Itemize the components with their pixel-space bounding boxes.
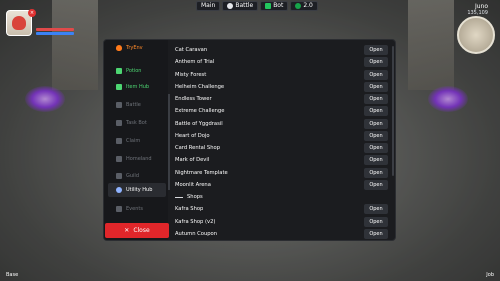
list-item: Mark of Devil Open <box>172 154 390 166</box>
battle-icon <box>116 102 122 108</box>
item-hub-icon <box>116 84 122 90</box>
potion-icon <box>116 68 122 74</box>
sidebar-item-tryenv[interactable]: TryEnv <box>108 41 166 55</box>
open-button[interactable]: Open <box>364 155 388 166</box>
list-item: Autumn Coupon Open <box>172 228 390 240</box>
list-item: Extreme Challenge Open <box>172 105 390 117</box>
guild-icon <box>116 173 122 179</box>
sidebar-item-homeland[interactable]: Homeland <box>108 152 166 166</box>
sidebar-item-task-bot[interactable]: Task Bot <box>108 116 166 130</box>
feature-list: Cat Caravan Open Anthem of Trial Open Mist… <box>172 44 390 240</box>
list-item: Moonlit Arena Open <box>172 179 390 191</box>
list-item: Anthem of Trial Open <box>172 56 390 68</box>
open-button[interactable]: Open <box>364 106 388 117</box>
section-divider <box>175 196 183 198</box>
base-level-label: Base <box>6 272 19 278</box>
claim-icon <box>116 138 122 144</box>
job-level-label: Job <box>486 272 494 278</box>
shield-icon <box>227 3 234 9</box>
hud-chip-main[interactable]: Main <box>196 1 221 11</box>
open-button[interactable]: Open <box>364 228 388 239</box>
open-button[interactable]: Open <box>364 167 388 178</box>
hp-bar <box>36 28 74 31</box>
open-button[interactable]: Open <box>364 81 388 92</box>
minimap[interactable] <box>457 16 495 54</box>
list-item: Kafra Shop Open <box>172 203 390 215</box>
sidebar-item-events[interactable]: Events <box>108 202 166 216</box>
list-item: Heart of Dojo Open <box>172 130 390 142</box>
close-button[interactable]: ✕ Close <box>105 223 169 238</box>
sp-bar <box>36 32 74 35</box>
globe-icon <box>116 187 122 193</box>
robot-icon <box>265 3 272 9</box>
list-item: Nightmare Template Open <box>172 167 390 179</box>
list-item: Card Rental Shop Open <box>172 142 390 154</box>
open-button[interactable]: Open <box>364 143 388 153</box>
task-bot-icon <box>116 120 122 126</box>
list-scrollbar[interactable] <box>392 46 394 176</box>
open-button[interactable]: Open <box>364 94 388 104</box>
list-item: Helheim Challenge Open <box>172 81 390 93</box>
sidebar-item-claim[interactable]: Claim <box>108 134 166 148</box>
open-button[interactable]: Open <box>364 45 388 55</box>
hud-chip-battle[interactable]: Battle <box>222 1 259 11</box>
list-item: Cat Caravan Open <box>172 44 390 56</box>
home-icon <box>116 156 122 162</box>
sidebar-item-potion[interactable]: Potion <box>108 64 166 78</box>
sidebar-item-battle[interactable]: Battle <box>108 98 166 112</box>
list-item: Battle of Yggdrasil Open <box>172 118 390 130</box>
list-item: Misty Forest Open <box>172 69 390 81</box>
close-icon: ✕ <box>124 227 130 234</box>
open-button[interactable]: Open <box>364 118 388 129</box>
section-header-shops: Shops <box>172 191 390 203</box>
open-button[interactable]: Open <box>364 57 388 68</box>
utility-menu-panel: TryEnv Potion Item Hub Battle Task Bot C… <box>103 39 396 241</box>
open-button[interactable]: Open <box>364 69 388 80</box>
sidebar-scrollbar[interactable] <box>168 94 170 190</box>
list-item: Kafra Shop (v2) Open <box>172 216 390 228</box>
open-button[interactable]: Open <box>364 130 388 141</box>
list-item: Endless Tower Open <box>172 93 390 105</box>
check-icon <box>295 3 302 9</box>
open-button[interactable]: Open <box>364 216 388 227</box>
menu-sidebar: TryEnv Potion Item Hub Battle Task Bot C… <box>104 40 169 240</box>
sidebar-item-item-hub[interactable]: Item Hub <box>108 80 166 94</box>
top-status-bar: Main Battle Bot 2.0 <box>196 1 318 11</box>
trophy-icon <box>116 206 122 212</box>
flame-icon <box>116 45 122 51</box>
character-face-icon <box>12 16 26 30</box>
player-name: Juno <box>474 3 488 10</box>
open-button[interactable]: Open <box>364 204 388 215</box>
hud-chip-version: 2.0 <box>290 1 318 11</box>
notification-badge: × <box>28 9 36 17</box>
hud-chip-bot[interactable]: Bot <box>260 1 289 11</box>
open-button[interactable]: Open <box>364 179 388 190</box>
sidebar-item-guild[interactable]: Guild <box>108 169 166 183</box>
sidebar-item-utility-hub[interactable]: Utility Hub <box>108 183 166 197</box>
